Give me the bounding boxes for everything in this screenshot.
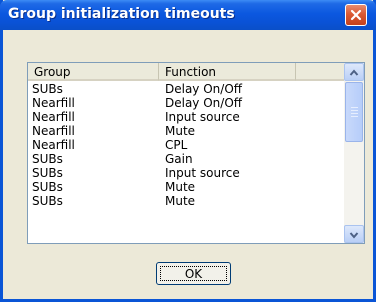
group-cell: Nearfill bbox=[32, 124, 75, 138]
function-cell: Mute bbox=[165, 124, 196, 138]
list-item[interactable]: Nearfill Mute bbox=[28, 124, 344, 138]
group-cell: Nearfill bbox=[32, 110, 75, 124]
ok-button[interactable]: OK bbox=[156, 262, 231, 285]
column-header-group[interactable]: Group bbox=[28, 63, 159, 81]
close-icon bbox=[350, 9, 362, 21]
list-item[interactable]: SUBs Delay On/Off bbox=[28, 82, 344, 96]
group-cell: SUBs bbox=[32, 152, 63, 166]
list-item[interactable]: SUBs Gain bbox=[28, 152, 344, 166]
list-item[interactable]: SUBs Mute bbox=[28, 180, 344, 194]
list-rows: SUBs Delay On/Off Nearfill Delay On/Off Near… bbox=[28, 82, 344, 243]
group-cell: SUBs bbox=[32, 166, 63, 180]
column-header-function[interactable]: Function bbox=[159, 63, 296, 81]
function-cell: Delay On/Off bbox=[165, 82, 243, 96]
column-header-extra[interactable] bbox=[296, 63, 344, 81]
list-item[interactable]: Nearfill Input source bbox=[28, 110, 344, 124]
thumb-grip bbox=[351, 113, 358, 114]
thumb-grip bbox=[351, 116, 358, 117]
scroll-thumb[interactable] bbox=[345, 82, 363, 142]
group-cell: SUBs bbox=[32, 194, 63, 208]
arrow-up-icon bbox=[349, 69, 359, 76]
ok-button-label: OK bbox=[184, 267, 203, 281]
thumb-grip bbox=[351, 110, 358, 111]
list-item[interactable]: Nearfill CPL bbox=[28, 138, 344, 152]
close-button[interactable] bbox=[345, 4, 367, 26]
group-cell: Nearfill bbox=[32, 96, 75, 110]
group-cell: Nearfill bbox=[32, 138, 75, 152]
list-item[interactable]: Nearfill Delay On/Off bbox=[28, 96, 344, 110]
dialog-window: Group initialization timeouts Group Func… bbox=[0, 0, 376, 302]
timeouts-list[interactable]: Group Function SUBs Delay On/Off Nearfill D… bbox=[27, 62, 365, 244]
function-cell: Mute bbox=[165, 194, 196, 208]
function-cell: Input source bbox=[165, 110, 240, 124]
function-cell: Gain bbox=[165, 152, 193, 166]
list-item[interactable]: SUBs Mute bbox=[28, 194, 344, 208]
title-bar[interactable]: Group initialization timeouts bbox=[0, 0, 376, 30]
thumb-grip bbox=[351, 107, 358, 108]
function-cell: Mute bbox=[165, 180, 196, 194]
list-header: Group Function bbox=[28, 63, 344, 81]
function-cell: Input source bbox=[165, 166, 240, 180]
group-cell: SUBs bbox=[32, 82, 63, 96]
vertical-scrollbar[interactable] bbox=[344, 63, 364, 243]
scroll-down-button[interactable] bbox=[344, 225, 364, 243]
dialog-title: Group initialization timeouts bbox=[8, 6, 235, 22]
scroll-up-button[interactable] bbox=[344, 63, 364, 81]
arrow-down-icon bbox=[349, 232, 359, 239]
list-item[interactable]: SUBs Input source bbox=[28, 166, 344, 180]
function-cell: Delay On/Off bbox=[165, 96, 243, 110]
function-cell: CPL bbox=[165, 138, 188, 152]
group-cell: SUBs bbox=[32, 180, 63, 194]
